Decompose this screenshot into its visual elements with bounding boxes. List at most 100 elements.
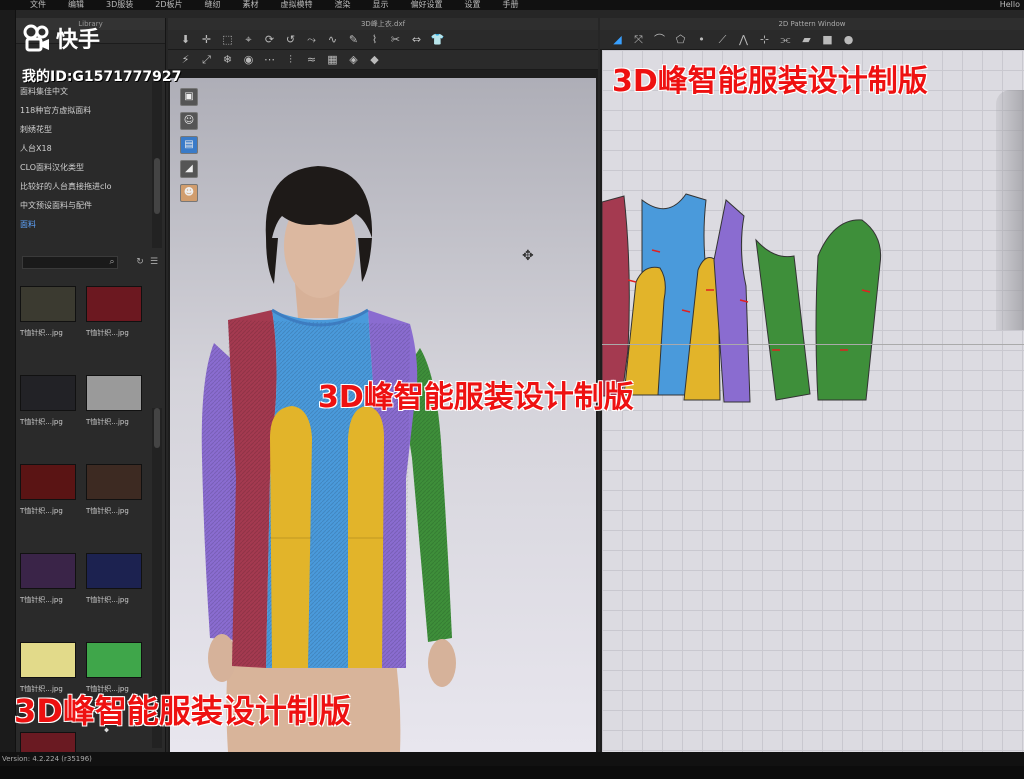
edit-curve-icon[interactable]: ⌒: [652, 32, 667, 47]
dart-icon[interactable]: ⋀: [736, 32, 751, 47]
graphic-icon[interactable]: ◈: [346, 52, 361, 67]
cut-icon[interactable]: ✂: [388, 32, 403, 47]
fold-icon[interactable]: ⟳: [262, 32, 277, 47]
fabric-thumbnail[interactable]: T恤针织...jpg: [20, 464, 76, 516]
fabric-swatch: [86, 553, 142, 589]
shirt-icon[interactable]: 👕: [430, 32, 445, 47]
scrollbar-thumb[interactable]: [154, 408, 160, 448]
menu-settings[interactable]: 设置: [465, 0, 481, 10]
app-window: 文件 编辑 3D服装 2D板片 缝纫 素材 虚拟模特 渲染 显示 偏好设置 设置…: [0, 0, 1024, 779]
rotate-icon[interactable]: ↺: [283, 32, 298, 47]
rectangle-icon[interactable]: ■: [820, 32, 835, 47]
fabric-thumbnail[interactable]: T恤针织...jpg: [20, 553, 76, 605]
menu-3d-garment[interactable]: 3D服装: [106, 0, 133, 10]
kuaishou-logo: 快手: [22, 22, 100, 54]
fabric-thumbnail[interactable]: T恤针织...jpg: [20, 375, 76, 427]
fabric-swatch: [20, 464, 76, 500]
menu-avatar[interactable]: 虚拟模特: [281, 0, 313, 10]
menu-materials[interactable]: 素材: [243, 0, 259, 10]
menu-render[interactable]: 渲染: [335, 0, 351, 10]
2d-pattern-canvas[interactable]: [602, 50, 1024, 752]
fabric-display-icon[interactable]: ◢: [180, 160, 198, 178]
menu-2d-pattern[interactable]: 2D板片: [155, 0, 182, 10]
library-scrollbar[interactable]: [152, 78, 162, 248]
circle-icon[interactable]: ●: [841, 32, 856, 47]
fabric-thumbnail[interactable]: T恤针织...jpg: [86, 464, 142, 516]
pattern-piece: [815, 219, 882, 401]
fabric-label: T恤针织...jpg: [20, 418, 63, 426]
trim-icon[interactable]: ◆: [367, 52, 382, 67]
puckering-icon[interactable]: ≈: [304, 52, 319, 67]
drag-handle-icon[interactable]: ⬩: [104, 722, 109, 738]
watermark-text: 3D峰智能服装设计制版: [612, 64, 928, 99]
2d-pattern-window: 2D Pattern Window ◢ ⤧ ⌒ ⬠ • ⟋ ⋀ ⊹ ⫘ ▰ ■ …: [600, 18, 1024, 752]
library-folder-item[interactable]: 比较好的人台真接拖进clo: [20, 177, 150, 196]
library-folder-item[interactable]: 中文预设面料与配件: [20, 196, 150, 215]
library-folder-item[interactable]: 118种官方虚拟面料: [20, 101, 150, 120]
menu-display[interactable]: 显示: [373, 0, 389, 10]
curve-icon[interactable]: ∿: [325, 32, 340, 47]
fabric-thumbnail[interactable]: T恤针织...jpg: [86, 553, 142, 605]
view-mode-icon[interactable]: ▣: [180, 88, 198, 106]
search-icon[interactable]: ⌕: [106, 256, 118, 268]
fabric-swatch: [20, 642, 76, 678]
strength-icon[interactable]: ⤢: [199, 52, 214, 67]
menu-edit[interactable]: 编辑: [68, 0, 84, 10]
menu-manual[interactable]: 手册: [503, 0, 519, 10]
menu-file[interactable]: 文件: [30, 0, 46, 10]
kuaishou-name: 快手: [56, 28, 101, 53]
3d-toolbar-row-2: ⚡ ⤢ ❄ ◉ ⋯ ⫶ ≈ ▦ ◈ ◆: [168, 50, 598, 70]
fabric-swatch: [86, 375, 142, 411]
transform-pattern-icon[interactable]: ⤧: [631, 32, 646, 47]
3d-window-title: 3D峰上衣.dxf: [168, 18, 598, 30]
menu-sewing[interactable]: 缝纫: [205, 0, 221, 10]
fabric-label: T恤针织...jpg: [20, 596, 63, 604]
uploader-id: 我的ID:G1571777927: [22, 69, 182, 85]
measure-icon[interactable]: ⇔: [409, 32, 424, 47]
zipper-icon[interactable]: ⫶: [283, 52, 298, 67]
fabric-swatch: [86, 642, 142, 678]
topstitch-icon[interactable]: ⋯: [262, 52, 277, 67]
library-folder-item[interactable]: 人台X18: [20, 139, 150, 158]
simulate-icon[interactable]: ⚡: [178, 52, 193, 67]
fabric-thumbnail[interactable]: T恤针织...jpg: [86, 375, 142, 427]
menu-preferences[interactable]: 偏好设置: [411, 0, 443, 10]
side-tab-strip[interactable]: [0, 10, 16, 752]
point-icon[interactable]: •: [694, 32, 709, 47]
sewing-icon[interactable]: ⫘: [778, 32, 793, 47]
fabric-label: T恤针织...jpg: [86, 596, 129, 604]
fabric-thumbnail[interactable]: T恤针织...jpg: [86, 286, 142, 338]
freeze-icon[interactable]: ❄: [220, 52, 235, 67]
brush-icon[interactable]: ⌇: [367, 32, 382, 47]
avatar-display-icon[interactable]: ☺: [180, 112, 198, 130]
button-icon[interactable]: ◉: [241, 52, 256, 67]
transform-icon[interactable]: ✛: [199, 32, 214, 47]
library-folder-item[interactable]: 刺绣花型: [20, 120, 150, 139]
pin-icon[interactable]: ⌖: [241, 32, 256, 47]
pattern-piece: [755, 238, 811, 401]
3d-toolbar-row-1: ⬇ ✛ ⬚ ⌖ ⟳ ↺ ⤳ ∿ ✎ ⌇ ✂ ⇔ 👕: [168, 30, 598, 50]
folder-icon[interactable]: ▰: [799, 32, 814, 47]
edit-pattern-icon[interactable]: ◢: [610, 32, 625, 47]
avatar-silhouette: [996, 90, 1024, 330]
refresh-icon[interactable]: ↻: [134, 256, 146, 268]
scrollbar-thumb[interactable]: [154, 158, 160, 214]
fabric-thumbnail[interactable]: T恤针织...jpg: [20, 286, 76, 338]
library-folder-item-selected[interactable]: 面料: [20, 215, 150, 234]
texture-icon[interactable]: ▦: [325, 52, 340, 67]
box-select-icon[interactable]: ⬚: [220, 32, 235, 47]
library-search-input[interactable]: [22, 256, 118, 269]
avatar-skin-icon[interactable]: ☻: [180, 184, 198, 202]
segment-icon[interactable]: ⟋: [715, 32, 730, 47]
garment-display-icon[interactable]: ▤: [180, 136, 198, 154]
list-view-icon[interactable]: ☰: [148, 256, 160, 268]
library-folder-item[interactable]: CLO面料汉化类型: [20, 158, 150, 177]
tuck-icon[interactable]: ⤳: [304, 32, 319, 47]
fabric-swatch: [86, 464, 142, 500]
select-move-icon[interactable]: ⬇: [178, 32, 193, 47]
pen-icon[interactable]: ✎: [346, 32, 361, 47]
view-tool-stack: ▣ ☺ ▤ ◢ ☻: [180, 88, 200, 208]
baseline: [602, 344, 1024, 345]
internal-line-icon[interactable]: ⊹: [757, 32, 772, 47]
polygon-icon[interactable]: ⬠: [673, 32, 688, 47]
